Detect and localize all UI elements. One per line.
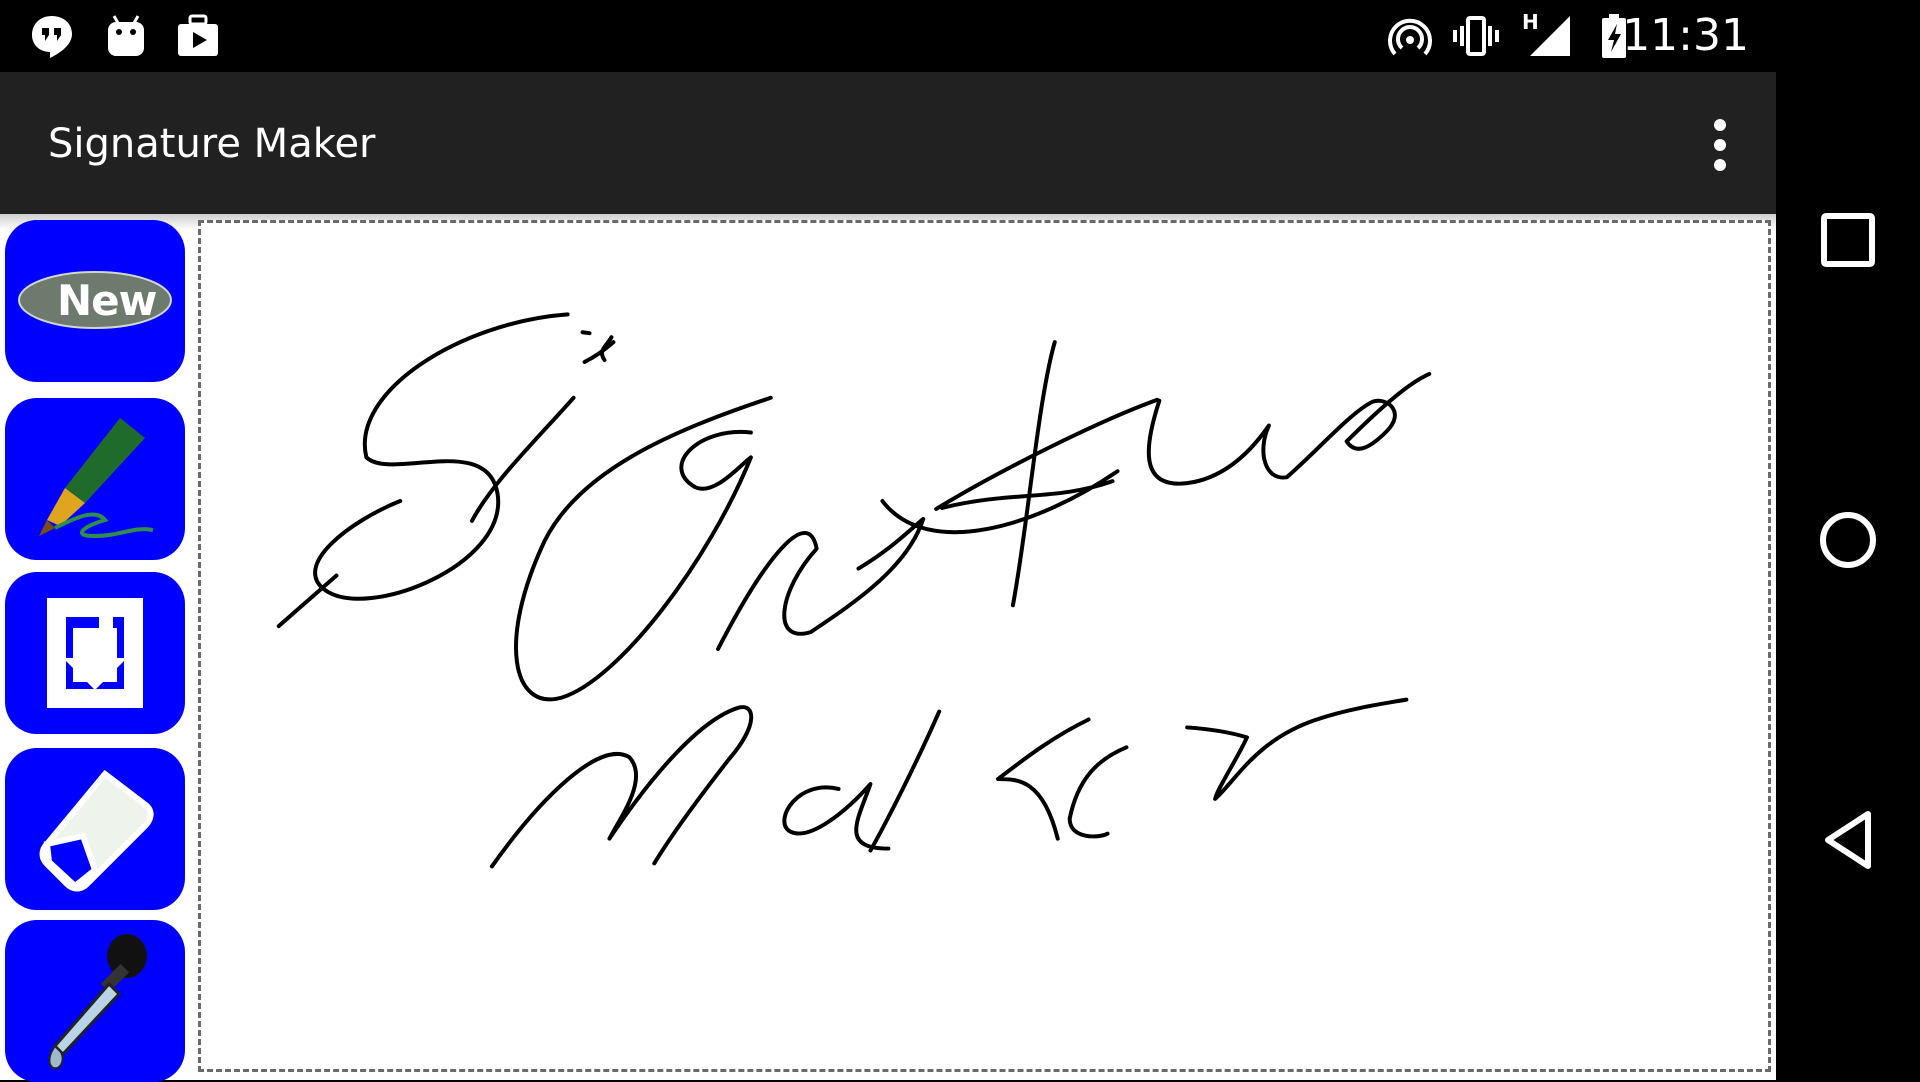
status-bar: H 11:31 <box>0 0 1776 72</box>
vibrate-icon <box>1453 16 1499 56</box>
action-bar: Signature Maker <box>0 72 1776 214</box>
hotspot-icon <box>1388 18 1432 56</box>
back-icon[interactable] <box>1812 804 1884 876</box>
app-title: Signature Maker <box>48 121 376 167</box>
new-label: New <box>57 276 157 325</box>
android-debug-icon <box>108 15 144 56</box>
save-button[interactable] <box>5 572 185 734</box>
save-icon <box>47 598 143 708</box>
navigation-bar <box>1776 0 1920 1080</box>
clock: 11:31 <box>1622 10 1749 61</box>
tool-sidebar: New <box>0 218 190 1082</box>
dropper-icon <box>48 934 147 1070</box>
new-button[interactable]: New <box>5 220 185 382</box>
eraser-icon <box>39 769 154 892</box>
signature-canvas[interactable] <box>198 220 1771 1072</box>
signature-drawing <box>276 312 1432 869</box>
network-type-label: H <box>1522 10 1539 34</box>
play-store-icon <box>178 14 218 56</box>
hangouts-icon <box>32 16 72 58</box>
eraser-button[interactable] <box>5 748 185 910</box>
pen-icon <box>39 418 154 539</box>
pen-button[interactable] <box>5 398 185 560</box>
home-icon[interactable] <box>1812 504 1884 576</box>
more-vert-icon[interactable] <box>1708 117 1732 173</box>
recents-icon[interactable] <box>1812 204 1884 276</box>
dropper-button[interactable] <box>5 920 185 1082</box>
